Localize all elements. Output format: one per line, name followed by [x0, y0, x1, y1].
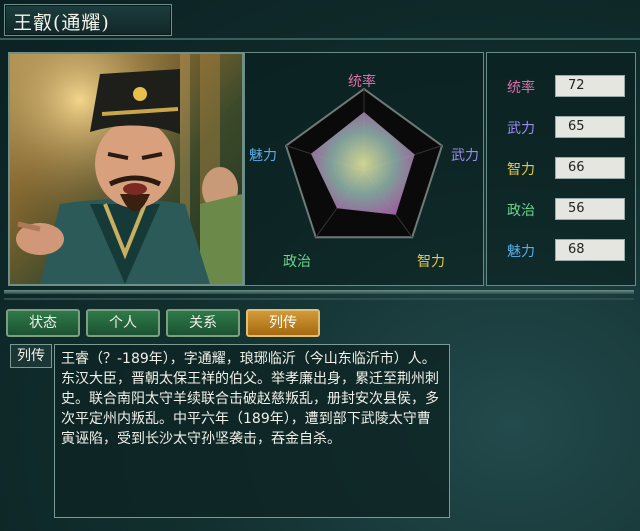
portrait-image	[10, 54, 242, 284]
stat-value-box: 66	[555, 157, 625, 179]
biography-text: 王睿（？-189年），字通耀，琅琊临沂（今山东临沂市）人。东汉大臣，晋朝太保王祥…	[61, 351, 439, 447]
character-portrait	[8, 52, 244, 286]
stat-value: 65	[568, 119, 585, 134]
stat-value: 66	[568, 160, 585, 175]
tab-personal[interactable]: 个人	[86, 309, 160, 337]
stat-value: 56	[568, 201, 585, 216]
stat-value-box: 56	[555, 198, 625, 220]
stat-label: 智力	[507, 162, 535, 178]
stat-label: 武力	[507, 121, 535, 137]
radar-label-wuli: 武力	[451, 148, 479, 164]
stat-value: 72	[568, 78, 585, 93]
tab-biography[interactable]: 列传	[246, 309, 320, 337]
stat-label: 魅力	[507, 244, 535, 260]
tab-relations[interactable]: 关系	[166, 309, 240, 337]
radar-label-tongshuai: 统率	[348, 74, 376, 90]
section-divider-line	[4, 298, 634, 300]
stat-label: 统率	[507, 80, 535, 96]
stat-label: 政治	[507, 203, 535, 219]
stat-value-box: 68	[555, 239, 625, 261]
character-name: 王叡(通耀)	[13, 12, 110, 34]
stat-value-box: 72	[555, 75, 625, 97]
attribute-stats-panel: 统率 72 武力 65 智力 66 政治 56 魅力 68	[486, 52, 636, 286]
tab-status[interactable]: 状态	[6, 309, 80, 337]
stat-value: 68	[568, 242, 585, 257]
attribute-radar-panel: 统率 武力 智力 政治 魅力	[244, 52, 484, 286]
biography-box[interactable]: 王睿（？-189年），字通耀，琅琊临沂（今山东临沂市）人。东汉大臣，晋朝太保王祥…	[54, 344, 450, 518]
section-divider	[4, 290, 634, 294]
character-screen: 王叡(通耀) 统率 武力 智力 政治 魅力 统率 72 武力 65 智力 66 …	[0, 0, 640, 531]
top-divider	[0, 38, 640, 40]
radar-label-zhili: 智力	[417, 254, 445, 270]
radar-label-meili: 魅力	[249, 148, 277, 164]
stat-value-box: 65	[555, 116, 625, 138]
biography-label: 列传	[10, 344, 52, 368]
radar-label-zhengzhi: 政治	[283, 254, 311, 270]
title-bar: 王叡(通耀)	[4, 4, 172, 36]
